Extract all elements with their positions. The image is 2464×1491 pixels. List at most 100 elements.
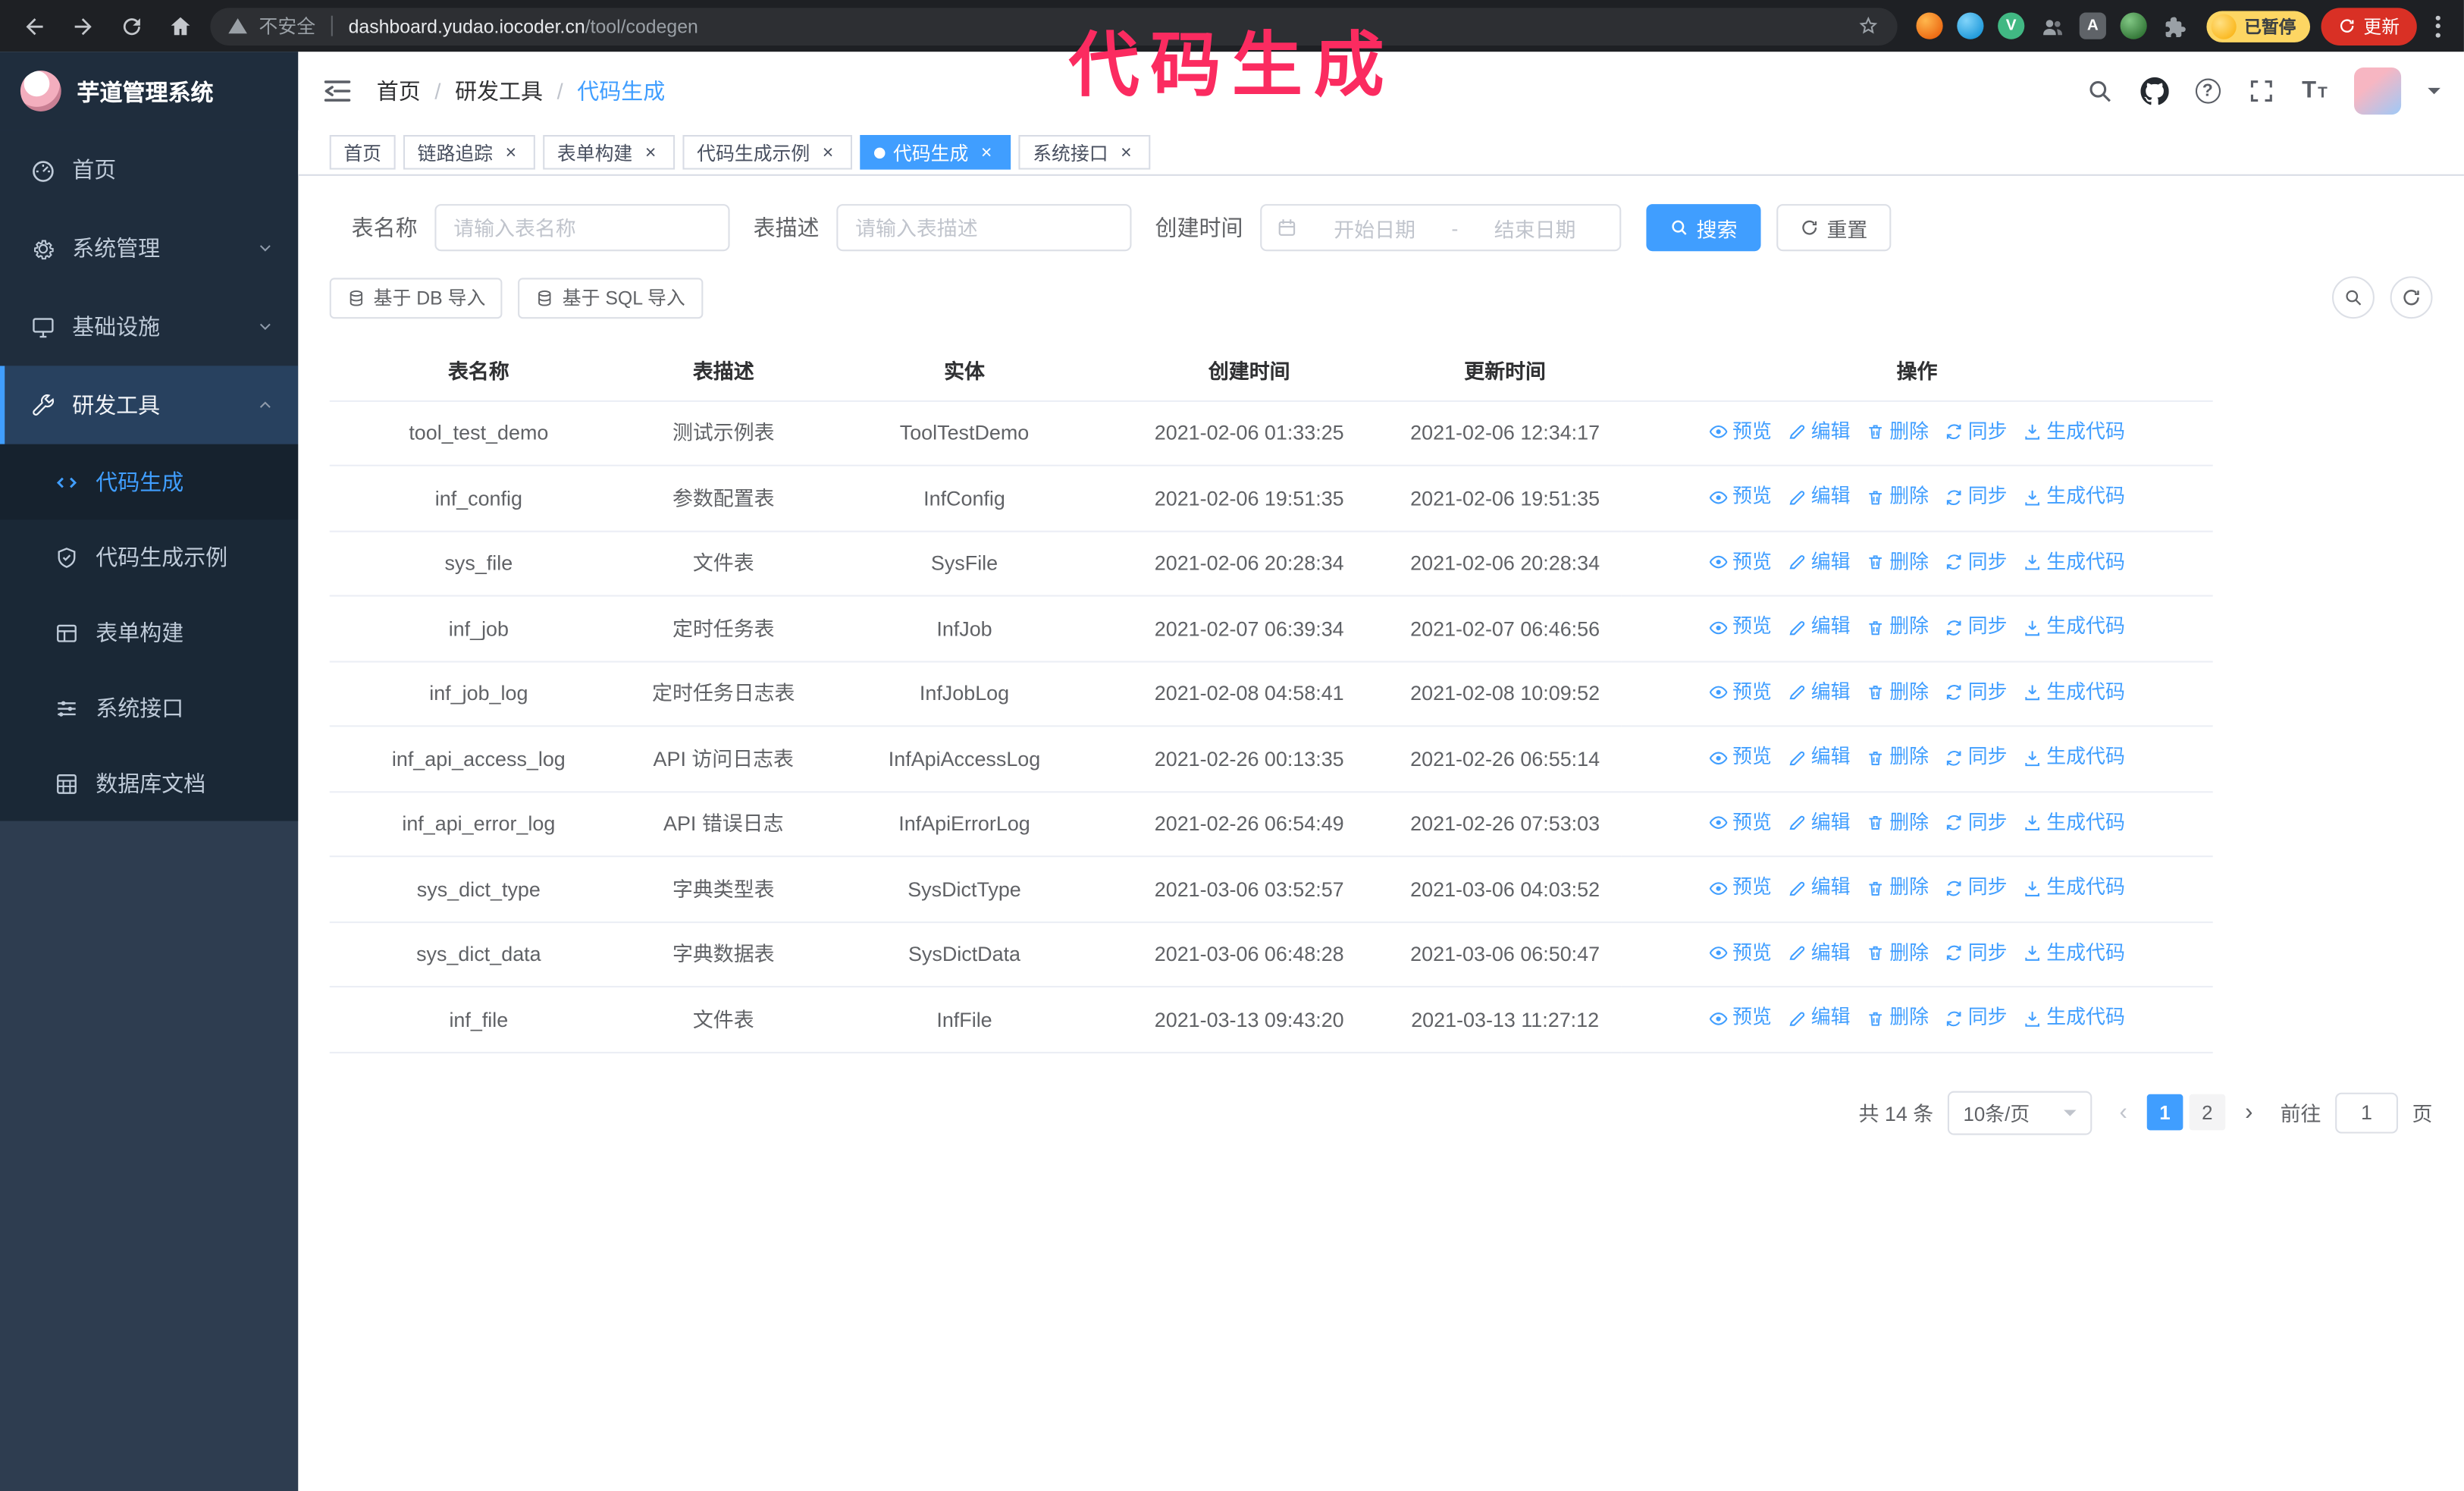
sidebar-subitem-codegen[interactable]: 代码生成 (0, 444, 299, 520)
preview-link[interactable]: 预览 (1709, 480, 1772, 513)
fullscreen-icon[interactable] (2247, 77, 2275, 105)
leaf-extension-icon[interactable] (2120, 12, 2147, 39)
edit-link[interactable]: 编辑 (1788, 1002, 1850, 1034)
preview-link[interactable]: 预览 (1709, 937, 1772, 969)
sync-link[interactable]: 同步 (1945, 1002, 2008, 1034)
goto-page-input[interactable] (2335, 1091, 2398, 1133)
extensions-puzzle-icon[interactable] (2161, 13, 2187, 39)
table-name-input[interactable] (434, 204, 730, 252)
vue-devtools-extension-icon[interactable] (1998, 12, 2025, 39)
github-icon[interactable] (2140, 77, 2169, 105)
preview-link[interactable]: 预览 (1709, 545, 1772, 578)
tab-system-api[interactable]: 系统接口 × (1018, 135, 1151, 170)
fox-extension-icon[interactable] (1916, 12, 1943, 39)
breadcrumb-home[interactable]: 首页 (377, 75, 421, 106)
forward-icon[interactable] (64, 7, 102, 45)
sync-link[interactable]: 同步 (1945, 741, 2008, 774)
edit-link[interactable]: 编辑 (1788, 611, 1850, 643)
delete-link[interactable]: 删除 (1866, 416, 1929, 448)
tab-codegen-example[interactable]: 代码生成示例 × (682, 135, 853, 170)
generate-link[interactable]: 生成代码 (2023, 416, 2125, 448)
sidebar-subitem-system-api[interactable]: 系统接口 (0, 670, 298, 746)
translate-extension-icon[interactable] (2079, 12, 2106, 39)
page-button-1[interactable]: 1 (2146, 1094, 2183, 1131)
search-button[interactable]: 搜索 (1646, 204, 1761, 252)
user-avatar[interactable] (2354, 67, 2402, 115)
sync-link[interactable]: 同步 (1945, 937, 2008, 969)
preview-link[interactable]: 预览 (1709, 871, 1772, 904)
close-icon[interactable]: × (500, 142, 521, 162)
table-desc-input[interactable] (836, 204, 1132, 252)
tab-home[interactable]: 首页 (329, 135, 396, 170)
sidebar-subitem-form-builder[interactable]: 表单构建 (0, 595, 298, 670)
sidebar-subitem-db-docs[interactable]: 数据库文档 (0, 746, 298, 821)
generate-link[interactable]: 生成代码 (2023, 676, 2125, 708)
profile-paused-chip[interactable]: 已暂停 (2206, 10, 2311, 42)
generate-link[interactable]: 生成代码 (2023, 480, 2125, 513)
page-size-select[interactable]: 10条/页 (1947, 1090, 2093, 1135)
edit-link[interactable]: 编辑 (1788, 871, 1850, 904)
toggle-search-button[interactable] (2332, 276, 2375, 319)
tab-codegen[interactable]: 代码生成 × (860, 135, 1011, 170)
close-icon[interactable]: × (641, 142, 661, 162)
generate-link[interactable]: 生成代码 (2023, 806, 2125, 839)
prev-page-button[interactable]: ‹ (2106, 1095, 2141, 1130)
edit-link[interactable]: 编辑 (1788, 480, 1850, 513)
import-db-button[interactable]: 基于 DB 导入 (329, 277, 503, 319)
preview-link[interactable]: 预览 (1709, 806, 1772, 839)
address-bar[interactable]: 不安全 dashboard.yudao.iocoder.cn/tool/code… (210, 7, 1898, 45)
refresh-table-button[interactable] (2390, 276, 2433, 319)
caret-down-icon[interactable] (2428, 87, 2440, 101)
drop-extension-icon[interactable] (1957, 12, 1984, 39)
generate-link[interactable]: 生成代码 (2023, 545, 2125, 578)
edit-link[interactable]: 编辑 (1788, 416, 1850, 448)
sync-link[interactable]: 同步 (1945, 416, 2008, 448)
edit-link[interactable]: 编辑 (1788, 676, 1850, 708)
menu-dots-icon[interactable] (2428, 14, 2448, 37)
sync-link[interactable]: 同步 (1945, 806, 2008, 839)
date-range-picker[interactable]: 开始日期 - 结束日期 (1260, 204, 1622, 252)
search-icon[interactable] (2085, 77, 2113, 105)
breadcrumb-devtools[interactable]: 研发工具 (455, 75, 543, 106)
sidebar-item-infrastructure[interactable]: 基础设施 (0, 287, 298, 366)
delete-link[interactable]: 删除 (1866, 806, 1929, 839)
reset-button[interactable]: 重置 (1776, 204, 1892, 252)
sync-link[interactable]: 同步 (1945, 676, 2008, 708)
font-size-icon[interactable] (2302, 79, 2328, 104)
back-icon[interactable] (16, 7, 54, 45)
generate-link[interactable]: 生成代码 (2023, 741, 2125, 774)
app-logo[interactable]: 芋道管理系统 (0, 52, 299, 130)
users-extension-icon[interactable] (2039, 13, 2065, 39)
preview-link[interactable]: 预览 (1709, 1002, 1772, 1034)
generate-link[interactable]: 生成代码 (2023, 871, 2125, 904)
delete-link[interactable]: 删除 (1866, 480, 1929, 513)
edit-link[interactable]: 编辑 (1788, 806, 1850, 839)
sidebar-item-home[interactable]: 首页 (0, 130, 298, 209)
bookmark-star-icon[interactable] (1857, 14, 1880, 38)
delete-link[interactable]: 删除 (1866, 545, 1929, 578)
page-button-2[interactable]: 2 (2189, 1094, 2226, 1131)
sync-link[interactable]: 同步 (1945, 480, 2008, 513)
next-page-button[interactable]: › (2231, 1095, 2266, 1130)
sync-link[interactable]: 同步 (1945, 871, 2008, 904)
sidebar-item-system[interactable]: 系统管理 (0, 209, 298, 287)
delete-link[interactable]: 删除 (1866, 1002, 1929, 1034)
close-icon[interactable]: × (977, 142, 997, 162)
preview-link[interactable]: 预览 (1709, 416, 1772, 448)
close-icon[interactable]: × (818, 142, 839, 162)
tab-form-builder[interactable]: 表单构建 × (543, 135, 676, 170)
edit-link[interactable]: 编辑 (1788, 741, 1850, 774)
preview-link[interactable]: 预览 (1709, 741, 1772, 774)
delete-link[interactable]: 删除 (1866, 611, 1929, 643)
hamburger-icon[interactable] (321, 75, 353, 106)
sidebar-subitem-codegen-example[interactable]: 代码生成示例 (0, 519, 298, 595)
generate-link[interactable]: 生成代码 (2023, 937, 2125, 969)
close-icon[interactable]: × (1116, 142, 1136, 162)
security-label[interactable]: 不安全 (259, 13, 316, 39)
edit-link[interactable]: 编辑 (1788, 937, 1850, 969)
tab-tracing[interactable]: 链路追踪 × (403, 135, 535, 170)
preview-link[interactable]: 预览 (1709, 611, 1772, 643)
sidebar-item-devtools[interactable]: 研发工具 (0, 366, 299, 444)
delete-link[interactable]: 删除 (1866, 741, 1929, 774)
delete-link[interactable]: 删除 (1866, 676, 1929, 708)
